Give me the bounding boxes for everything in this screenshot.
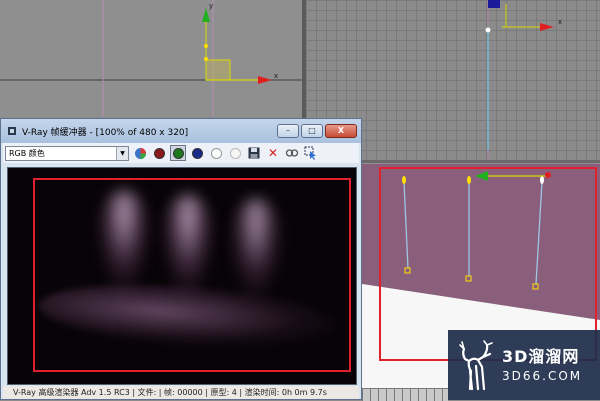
vfb-title-bar[interactable]: V-Ray 帧缓冲器 - [100% of 480 x 320] – □ X xyxy=(1,119,361,143)
watermark-url: 3D66.COM xyxy=(502,369,583,383)
render-preview[interactable] xyxy=(7,167,357,385)
rgb-channels-button[interactable] xyxy=(132,145,148,161)
axis-x-label: x xyxy=(558,18,563,26)
links-icon xyxy=(285,149,299,157)
time-slider-ruler[interactable] xyxy=(362,388,448,401)
chevron-down-icon[interactable]: ▼ xyxy=(116,146,128,160)
channel-select-value: RGB 颜色 xyxy=(9,148,45,158)
blue-dot-icon xyxy=(191,147,203,159)
minimize-button[interactable]: – xyxy=(277,124,299,138)
close-button[interactable]: X xyxy=(325,124,357,138)
green-channel-button[interactable] xyxy=(170,145,186,161)
save-image-button[interactable] xyxy=(246,145,262,161)
white-dot-icon xyxy=(210,147,222,159)
alpha-channel-button[interactable] xyxy=(208,145,224,161)
cursor-select-icon xyxy=(304,146,316,160)
viewport-top-left-canvas xyxy=(0,0,302,117)
mono-dot-icon xyxy=(229,147,241,159)
vray-app-icon xyxy=(6,126,17,137)
clear-image-button[interactable]: ✕ xyxy=(265,145,281,161)
red-channel-button[interactable] xyxy=(151,145,167,161)
vfb-toolbar: RGB 颜色 ▼ ✕ xyxy=(3,143,359,163)
rgb-wheel-icon xyxy=(134,147,146,159)
watermark-logo: 3D溜溜网 3D66.COM xyxy=(448,330,600,400)
green-dot-icon xyxy=(172,147,184,159)
channel-select[interactable]: RGB 颜色 ▼ xyxy=(5,145,129,161)
red-x-icon: ✕ xyxy=(267,146,279,160)
viewport-top-left[interactable]: y x xyxy=(0,0,302,117)
mono-channel-button[interactable] xyxy=(227,145,243,161)
red-dot-icon xyxy=(153,147,165,159)
watermark-cn: 3D溜溜网 xyxy=(502,347,580,366)
blue-channel-button[interactable] xyxy=(189,145,205,161)
vray-frame-buffer-window: V-Ray 帧缓冲器 - [100% of 480 x 320] – □ X R… xyxy=(0,118,362,400)
axis-x-label: x xyxy=(274,72,279,80)
duplicate-to-mtl-button[interactable] xyxy=(284,145,300,161)
floppy-disk-icon xyxy=(248,147,260,159)
deer-logo-icon xyxy=(459,340,493,391)
render-region-frame xyxy=(33,178,351,372)
track-mouse-button[interactable] xyxy=(303,145,319,161)
vfb-status-bar: V-Ray 高级渲染器 Adv 1.5 RC3 | 文件: | 帧: 00000… xyxy=(3,386,359,399)
restore-button[interactable]: □ xyxy=(301,124,323,138)
axis-y-label: y xyxy=(209,2,214,10)
window-title: V-Ray 帧缓冲器 - [100% of 480 x 320] xyxy=(22,127,189,138)
